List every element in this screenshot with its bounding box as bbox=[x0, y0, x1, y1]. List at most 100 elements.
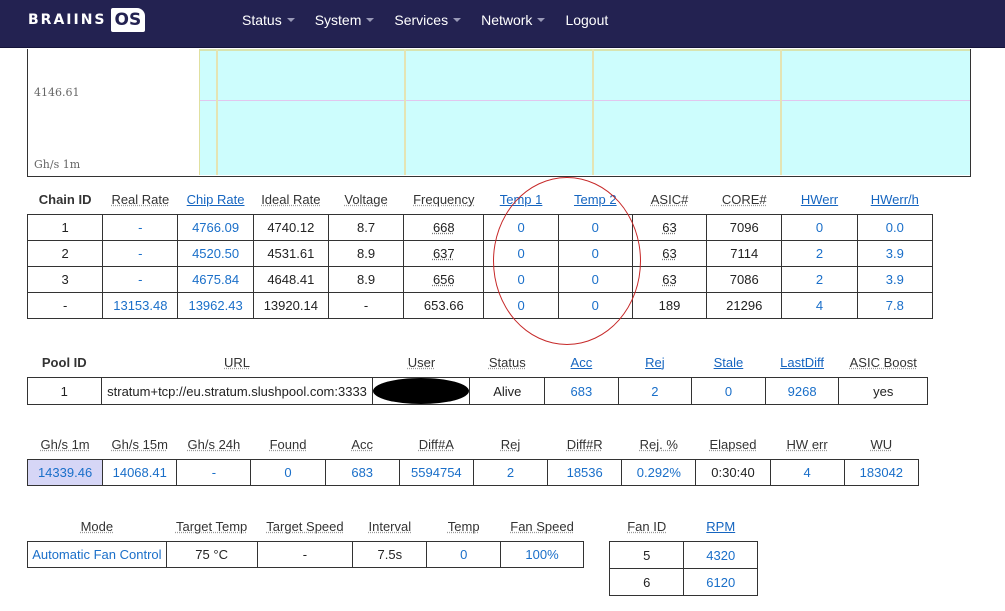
th-temp2: Temp 2 bbox=[573, 191, 617, 207]
cell-chip-rate: 4520.50 bbox=[177, 240, 254, 267]
th-real-rate: Real Rate bbox=[111, 191, 170, 207]
caret-down-icon bbox=[453, 18, 462, 22]
cell-voltage: - bbox=[327, 292, 405, 319]
cell-ideal-rate: 4740.12 bbox=[252, 214, 329, 241]
cell-core: 21296 bbox=[706, 292, 783, 319]
th-target-temp: Target Temp bbox=[175, 518, 248, 534]
graph-gridline bbox=[780, 49, 782, 175]
fan-control-header-row: Mode Target Temp Target Speed Interval T… bbox=[28, 511, 584, 542]
table-row: 1 stratum+tcp://eu.stratum.slushpool.com… bbox=[27, 377, 928, 405]
th-temp1: Temp 1 bbox=[499, 191, 543, 207]
th-mode: Mode bbox=[80, 518, 114, 534]
nav-system[interactable]: System bbox=[315, 12, 375, 28]
redaction-mark bbox=[373, 378, 470, 404]
cell-hw-err: 4 bbox=[769, 459, 845, 486]
cell-frequency: 656 bbox=[403, 266, 485, 293]
cell-chain-id: 3 bbox=[26, 266, 104, 293]
cell-pool-id: 1 bbox=[27, 377, 102, 405]
caret-down-icon bbox=[366, 18, 375, 22]
cell-hwerr: 0 bbox=[781, 214, 858, 241]
nav-services[interactable]: Services bbox=[394, 12, 462, 28]
cell-mode: Automatic Fan Control bbox=[27, 541, 167, 568]
th-elapsed: Elapsed bbox=[709, 436, 757, 452]
th-ghs-1m: Gh/s 1m bbox=[40, 436, 90, 452]
table-row: 6 6120 bbox=[608, 568, 758, 596]
th-acc: Acc bbox=[351, 436, 374, 452]
cell-rpm: 6120 bbox=[683, 568, 758, 596]
cell-chip-rate: 4766.09 bbox=[177, 214, 254, 241]
th-wu: WU bbox=[870, 436, 893, 452]
th-ghs-15m: Gh/s 15m bbox=[111, 436, 168, 452]
th-acc: Acc bbox=[570, 354, 593, 370]
cell-hwerr-h: 7.8 bbox=[856, 292, 934, 319]
table-row: 3 - 4675.84 4648.41 8.9 656 0 0 63 7086 … bbox=[26, 266, 934, 293]
cell-hwerr: 2 bbox=[781, 266, 858, 293]
fans-header-row: Fan ID RPM bbox=[610, 511, 758, 542]
cell-temp1: 0 bbox=[483, 240, 559, 267]
top-navbar: BRAIINS OS Status System Services Networ… bbox=[0, 0, 1005, 48]
th-hwerr-h: HWerr/h bbox=[870, 191, 919, 207]
th-ideal-rate: Ideal Rate bbox=[261, 191, 321, 207]
cell-real-rate: - bbox=[102, 214, 179, 241]
cell-temp2: 0 bbox=[557, 266, 633, 293]
th-rej: Rej bbox=[500, 436, 521, 452]
cell-fan-id: 6 bbox=[608, 568, 685, 596]
cell-diff-r: 18536 bbox=[547, 459, 623, 486]
table-row: Automatic Fan Control 75 °C - 7.5s 0 100… bbox=[27, 541, 584, 568]
cell-real-rate: - bbox=[102, 240, 179, 267]
th-lastdiff: LastDiff bbox=[780, 354, 825, 370]
th-frequency: Frequency bbox=[413, 191, 475, 207]
cell-temp1: 0 bbox=[483, 292, 559, 319]
th-asic: ASIC# bbox=[650, 191, 689, 207]
cell-interval: 7.5s bbox=[352, 541, 428, 568]
cell-fan-speed: 100% bbox=[500, 541, 584, 568]
nav-status[interactable]: Status bbox=[242, 12, 295, 28]
cell-chip-rate: 13962.43 bbox=[177, 292, 254, 319]
cell-temp2: 0 bbox=[557, 240, 633, 267]
cell-ghs-1m[interactable]: 14339.46 bbox=[26, 459, 104, 486]
pool-table: Pool ID URL User Status Acc Rej Stale La… bbox=[27, 347, 928, 405]
nav-logout[interactable]: Logout bbox=[565, 12, 608, 28]
graph-plot-area bbox=[199, 49, 970, 175]
cell-chip-rate: 4675.84 bbox=[177, 266, 254, 293]
cell-found: 0 bbox=[250, 459, 326, 486]
cell-voltage: 8.7 bbox=[327, 214, 405, 241]
cell-core: 7086 bbox=[706, 266, 783, 293]
caret-down-icon bbox=[537, 18, 546, 22]
th-rej: Rej bbox=[645, 354, 665, 370]
cell-asic: 63 bbox=[631, 240, 708, 267]
th-status: Status bbox=[488, 354, 526, 370]
nav-network[interactable]: Network bbox=[481, 12, 546, 28]
th-hw-err: HW err bbox=[786, 436, 828, 452]
cell-chain-id: 1 bbox=[26, 214, 104, 241]
caret-down-icon bbox=[286, 18, 295, 22]
cell-acc: 683 bbox=[544, 377, 619, 405]
cell-asic: 63 bbox=[631, 266, 708, 293]
th-interval: Interval bbox=[368, 518, 412, 534]
th-fan-speed: Fan Speed bbox=[510, 518, 574, 534]
cell-asic: 63 bbox=[631, 214, 708, 241]
cell-hwerr: 4 bbox=[781, 292, 858, 319]
braiins-os-logo[interactable]: BRAIINS OS bbox=[28, 8, 146, 32]
cell-rej: 2 bbox=[617, 377, 693, 405]
graph-topband bbox=[200, 49, 970, 51]
table-row: 5 4320 bbox=[608, 541, 758, 569]
th-diff-r: Diff#R bbox=[566, 436, 603, 452]
cell-hwerr-h: 3.9 bbox=[856, 266, 934, 293]
graph-ymax-label: 4146.61 bbox=[34, 86, 80, 99]
cell-elapsed: 0:30:40 bbox=[695, 459, 771, 486]
cell-core: 7096 bbox=[706, 214, 783, 241]
cell-ideal-rate: 13920.14 bbox=[252, 292, 329, 319]
cell-asic-boost: yes bbox=[838, 377, 928, 405]
table-row: 1 - 4766.09 4740.12 8.7 668 0 0 63 7096 … bbox=[26, 214, 934, 241]
cell-diff-a: 5594754 bbox=[398, 459, 474, 486]
fan-control-table: Mode Target Temp Target Speed Interval T… bbox=[27, 511, 584, 568]
graph-gridline bbox=[404, 49, 406, 175]
cell-core: 7114 bbox=[706, 240, 783, 267]
cell-hwerr-h: 0.0 bbox=[856, 214, 934, 241]
cell-wu: 183042 bbox=[843, 459, 920, 486]
cell-frequency: 653.66 bbox=[403, 292, 485, 319]
cell-frequency: 637 bbox=[403, 240, 485, 267]
th-rpm: RPM bbox=[706, 518, 736, 534]
cell-stale: 0 bbox=[691, 377, 766, 405]
